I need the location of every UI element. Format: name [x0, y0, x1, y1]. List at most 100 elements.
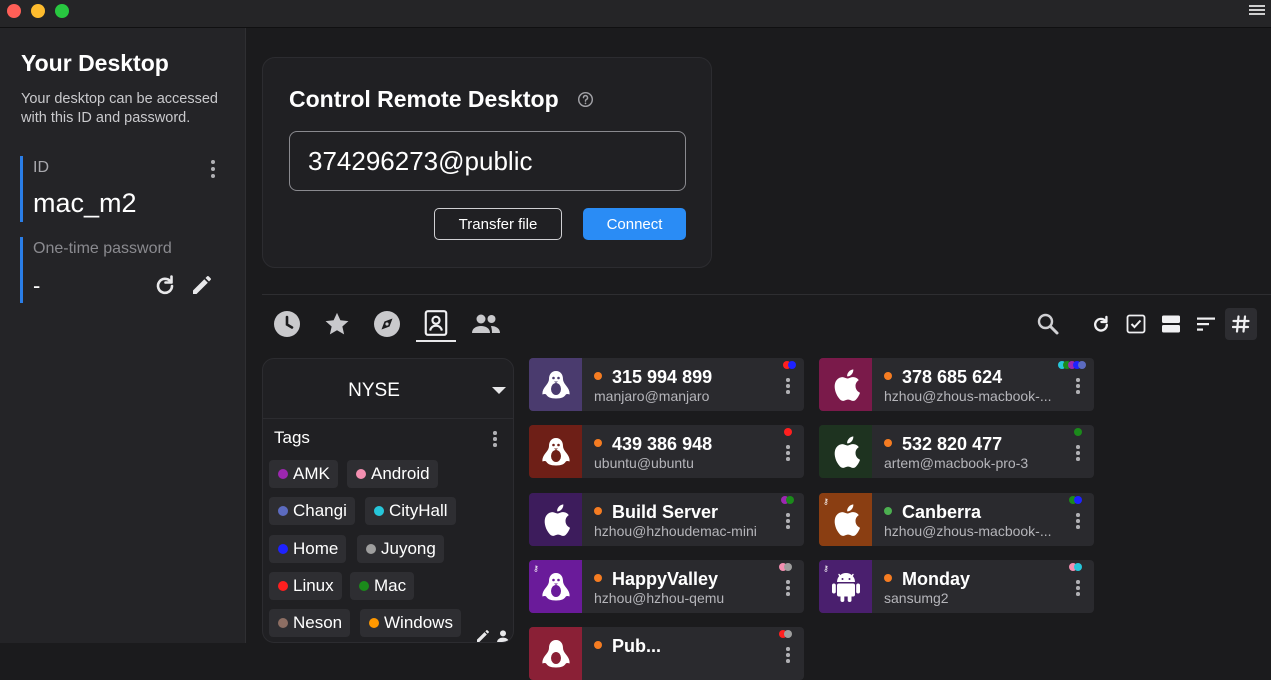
tag-label: Changi [293, 501, 347, 520]
sort-icon [1197, 317, 1215, 331]
refresh-button[interactable] [1087, 310, 1115, 338]
tag-label: Linux [293, 576, 334, 595]
remote-id-input[interactable] [289, 131, 686, 191]
peer-more-options-icon[interactable] [786, 580, 790, 598]
group-name: NYSE [348, 380, 400, 401]
peer-card[interactable]: 439 386 948 ubuntu@ubuntu [529, 425, 804, 478]
online-status-dot [594, 439, 602, 447]
peer-more-options-icon[interactable] [1076, 378, 1080, 396]
tab-discovered[interactable] [367, 306, 407, 342]
tag-chip[interactable]: Android [347, 460, 438, 488]
id-value[interactable]: mac_m2 [33, 188, 137, 219]
peer-more-options-icon[interactable] [1076, 513, 1080, 531]
tag-chip[interactable]: AMK [269, 460, 338, 488]
view-toggle-button[interactable] [1157, 310, 1185, 338]
tag-chip[interactable]: CityHall [365, 497, 456, 525]
minimize-window-button[interactable] [31, 4, 45, 18]
tag-chip[interactable]: Windows [360, 609, 461, 637]
apple-os-icon [544, 503, 570, 536]
sort-button[interactable] [1192, 310, 1220, 338]
apple-os-icon [834, 435, 860, 468]
search-button[interactable] [1034, 310, 1062, 338]
peer-id: 378 685 624 [902, 367, 1003, 387]
peer-tag-dots [783, 361, 796, 369]
online-status-dot [594, 641, 602, 649]
linux-os-icon [541, 639, 570, 667]
peer-card[interactable]: Pub... [529, 627, 804, 680]
connect-button[interactable]: Connect [583, 208, 686, 240]
edit-password-icon[interactable] [190, 273, 214, 297]
peer-username: manjaro@manjaro [594, 388, 710, 404]
close-window-button[interactable] [7, 4, 21, 18]
tab-recent-sessions[interactable] [267, 306, 307, 342]
peer-card[interactable]: Build Server hzhou@hzhoudemac-mini [529, 493, 804, 546]
online-status-dot [884, 507, 892, 515]
transfer-file-button[interactable]: Transfer file [434, 208, 562, 240]
peer-more-options-icon[interactable] [786, 445, 790, 463]
peer-more-options-icon[interactable] [786, 647, 790, 665]
group-selector[interactable]: NYSE [263, 359, 513, 419]
peer-tag-dots [1069, 563, 1082, 571]
tab-address-book[interactable] [416, 306, 456, 342]
peer-username: hzhou@zhous-macbook-... [884, 523, 1052, 539]
tag-chip[interactable]: Linux [269, 572, 342, 600]
hamburger-menu-icon[interactable] [1249, 3, 1265, 19]
tag-color-dot [359, 581, 369, 591]
peer-id: Build Server [612, 502, 719, 522]
user-icon[interactable] [495, 628, 511, 643]
peer-username: hzhou@hzhou-qemu [594, 590, 725, 606]
refresh-password-icon[interactable] [153, 273, 177, 297]
tag-chip[interactable]: Juyong [357, 535, 444, 563]
peer-card[interactable]: 315 994 899 manjaro@manjaro [529, 358, 804, 411]
tags-label: Tags [274, 428, 310, 447]
peer-id: 439 386 948 [612, 434, 713, 454]
tag-color-dot [278, 469, 288, 479]
tag-color-dot [366, 544, 376, 554]
edit-tags-icon[interactable] [475, 628, 491, 643]
peer-more-options-icon[interactable] [786, 378, 790, 396]
control-remote-title: Control Remote Desktop [289, 86, 559, 112]
peer-tag-dots [779, 563, 792, 571]
peer-card[interactable]: ⚷ HappyValley hzhou@hzhou-qemu [529, 560, 804, 613]
online-status-dot [594, 574, 602, 582]
android-os-icon [831, 572, 860, 602]
peer-more-options-icon[interactable] [1076, 580, 1080, 598]
favorites-star-icon [325, 312, 349, 335]
tag-hash-icon [1232, 315, 1250, 333]
tag-filter-button[interactable] [1225, 308, 1257, 340]
os-tile [529, 493, 582, 546]
peer-username: artem@macbook-pro-3 [884, 455, 1029, 471]
peer-card[interactable]: ⚷ Monday sansumg2 [819, 560, 1094, 613]
tab-group[interactable] [466, 306, 506, 342]
maximize-window-button[interactable] [55, 4, 69, 18]
os-tile [819, 358, 872, 411]
view-toggle-icon [1162, 315, 1180, 333]
peer-card[interactable]: 378 685 624 hzhou@zhous-macbook-... [819, 358, 1094, 411]
id-more-options-icon[interactable] [211, 160, 215, 181]
tags-more-options-icon[interactable] [493, 431, 497, 450]
tag-color-dot [356, 469, 366, 479]
tab-favorites[interactable] [317, 306, 357, 342]
key-icon: ⚷ [823, 564, 829, 573]
peer-card[interactable]: ⚷ Canberra hzhou@zhous-macbook-... [819, 493, 1094, 546]
os-tile [529, 358, 582, 411]
peer-tag-dots [1058, 361, 1086, 369]
peer-more-options-icon[interactable] [1076, 445, 1080, 463]
select-mode-button[interactable] [1122, 310, 1150, 338]
tag-color-dot [278, 618, 288, 628]
peer-id: 315 994 899 [612, 367, 713, 387]
discovered-compass-icon [374, 311, 400, 337]
peer-card[interactable]: 532 820 477 artem@macbook-pro-3 [819, 425, 1094, 478]
peer-more-options-icon[interactable] [786, 513, 790, 531]
group-people-icon [472, 314, 500, 333]
tag-label: Home [293, 539, 339, 558]
window-titlebar [0, 0, 1271, 28]
tag-chip[interactable]: Home [269, 535, 347, 563]
tag-chip[interactable]: Neson [269, 609, 351, 637]
tag-label: Windows [384, 613, 453, 632]
key-icon: ⚷ [533, 564, 539, 573]
os-tile [819, 425, 872, 478]
help-icon[interactable] [577, 91, 594, 108]
tag-chip[interactable]: Changi [269, 497, 355, 525]
tag-chip[interactable]: Mac [350, 572, 415, 600]
